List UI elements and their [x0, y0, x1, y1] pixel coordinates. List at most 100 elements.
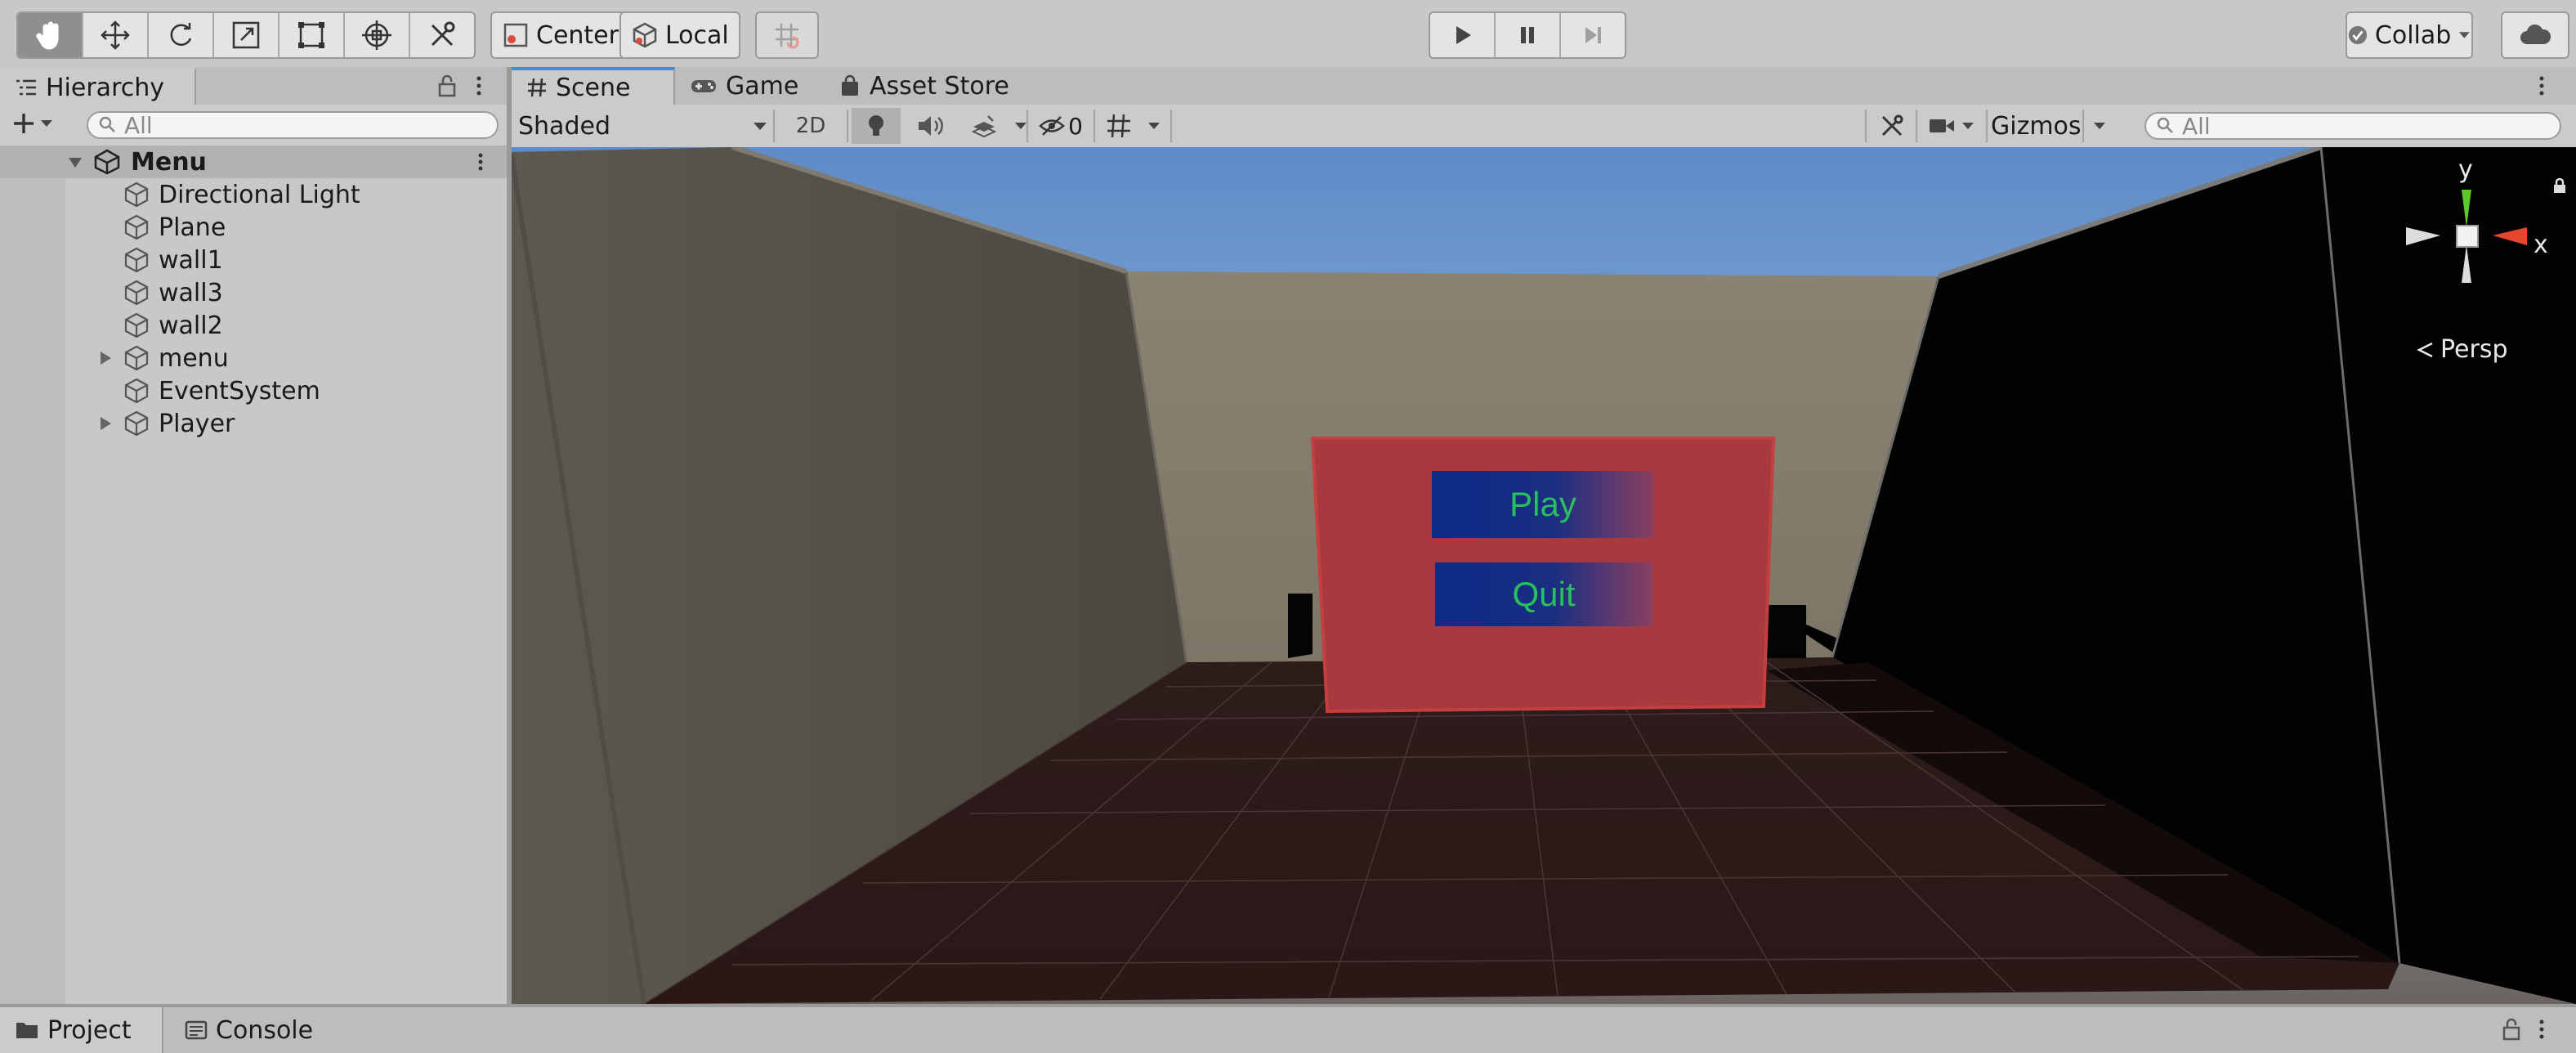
gizmos-dropdown[interactable] [2086, 108, 2113, 144]
tools-icon [431, 21, 455, 47]
gameobject-icon [124, 312, 149, 338]
grid-icon [528, 78, 546, 97]
projection-label: Persp [2440, 335, 2508, 364]
panel-menu-icon[interactable] [2537, 1017, 2547, 1042]
effects-dropdown[interactable] [1008, 108, 1033, 144]
toggle-2d-label: 2D [795, 114, 826, 138]
separator [847, 110, 848, 142]
hierarchy-toolbar: All [0, 105, 507, 149]
tab-console-label: Console [216, 1015, 314, 1045]
lighting-toggle[interactable] [852, 108, 901, 144]
hierarchy-item[interactable]: EventSystem [0, 374, 507, 407]
audio-toggle[interactable] [906, 108, 955, 144]
x-axis-cone[interactable] [2493, 227, 2527, 245]
hierarchy-item[interactable]: wall2 [0, 309, 507, 342]
hierarchy-search-input[interactable]: All [87, 111, 499, 139]
hidden-objects-toggle[interactable]: 0 [1031, 108, 1090, 144]
dropdown-arrow-icon [41, 120, 52, 127]
custom-tool-button[interactable] [410, 13, 474, 57]
step-button[interactable] [1561, 13, 1625, 57]
hierarchy-item[interactable]: Plane [0, 211, 507, 244]
scene-search-input[interactable]: All [2144, 112, 2561, 140]
lock-icon[interactable] [2501, 1017, 2522, 1042]
neg-x-axis-cone[interactable] [2406, 227, 2440, 245]
gameobject-icon [124, 280, 149, 306]
separator [1865, 110, 1867, 142]
shopping-bag-icon [842, 74, 858, 96]
grid-toggle-icon [1107, 114, 1130, 138]
scale-icon [232, 21, 260, 49]
editor-tools-button[interactable] [1872, 108, 1912, 144]
scene-menu-icon[interactable] [476, 150, 485, 174]
toggle-2d-button[interactable]: 2D [778, 108, 843, 144]
scene-viewport[interactable]: Play Quit y x Persp [512, 147, 2576, 1004]
pivot-mode-label: Center [536, 20, 619, 50]
expand-arrow-icon[interactable] [98, 350, 113, 366]
folder-icon [16, 1023, 38, 1038]
perspective-icon [2417, 342, 2433, 357]
hierarchy-item[interactable]: wall1 [0, 244, 507, 276]
menu-play-label: Play [1509, 485, 1576, 523]
tab-hierarchy[interactable]: Hierarchy [0, 67, 196, 105]
panel-menu-icon[interactable] [2537, 74, 2547, 98]
play-button[interactable] [1430, 13, 1496, 57]
tab-scene[interactable]: Scene [512, 67, 675, 105]
hierarchy-item-label: menu [159, 343, 229, 373]
neg-y-axis-cone[interactable] [2462, 245, 2471, 283]
expand-arrow-icon[interactable] [98, 415, 113, 432]
rect-tool-button[interactable] [280, 13, 345, 57]
collab-dropdown[interactable]: Collab [2346, 11, 2473, 59]
rotate-tool-button[interactable] [149, 13, 214, 57]
lightbulb-icon [869, 115, 883, 136]
grid-visibility-toggle[interactable] [1098, 108, 1139, 144]
create-dropdown[interactable] [11, 111, 54, 136]
tools-icon [1881, 114, 1903, 137]
expand-arrow-icon[interactable] [67, 155, 83, 171]
pause-icon [1521, 27, 1534, 43]
panel-menu-icon[interactable] [474, 74, 484, 98]
menu-quit-button[interactable]: Quit [1435, 562, 1652, 626]
hand-icon [36, 21, 59, 50]
tab-console[interactable]: Console [170, 1007, 328, 1053]
tab-scene-label: Scene [556, 73, 631, 102]
cloud-icon [2520, 24, 2551, 44]
grid-snap-button[interactable] [755, 11, 819, 59]
projection-toggle[interactable]: Persp [2416, 335, 2508, 364]
scale-tool-button[interactable] [214, 13, 280, 57]
hand-tool-button[interactable] [18, 13, 83, 57]
orientation-gizmo[interactable] [2396, 154, 2576, 293]
pause-button[interactable] [1496, 13, 1561, 57]
y-axis-cone[interactable] [2462, 190, 2471, 227]
dropdown-arrow-icon [754, 123, 767, 130]
tab-asset-store[interactable]: Asset Store [824, 67, 1024, 105]
separator [1986, 110, 1988, 142]
list-icon [16, 79, 36, 96]
move-tool-button[interactable] [83, 13, 149, 57]
effects-toggle[interactable] [959, 108, 1008, 144]
rect-transform-icon [298, 22, 324, 48]
hierarchy-item[interactable]: menu [0, 342, 507, 374]
hierarchy-item[interactable]: wall3 [0, 276, 507, 309]
dropdown-arrow-icon [2459, 32, 2471, 38]
tab-project[interactable]: Project [0, 1007, 163, 1053]
bottom-tab-bar: Project Console [0, 1004, 2576, 1053]
scene-row[interactable]: Menu [0, 146, 507, 178]
gizmo-lock-icon[interactable] [2554, 177, 2565, 193]
draw-mode-dropdown[interactable]: Shaded [518, 108, 768, 144]
hierarchy-item[interactable]: Player [0, 407, 507, 440]
transform-tool-button[interactable] [345, 13, 410, 57]
pivot-rotation-button[interactable]: Local [619, 11, 740, 59]
grid-dropdown[interactable] [1139, 108, 1169, 144]
pivot-mode-button[interactable]: Center [490, 11, 630, 59]
cloud-button[interactable] [2501, 11, 2569, 59]
projection-cube[interactable] [2456, 225, 2479, 248]
camera-settings-dropdown[interactable] [1921, 108, 1983, 144]
lock-icon[interactable] [436, 74, 458, 98]
pivot-rotation-label: Local [665, 20, 729, 50]
move-icon [101, 20, 130, 50]
hierarchy-item[interactable]: Directional Light [0, 178, 507, 211]
dropdown-arrow-icon [2094, 123, 2105, 129]
gizmos-button[interactable]: Gizmos [1991, 108, 2082, 144]
tab-game[interactable]: Game [675, 67, 813, 105]
menu-play-button[interactable]: Play [1432, 471, 1654, 538]
